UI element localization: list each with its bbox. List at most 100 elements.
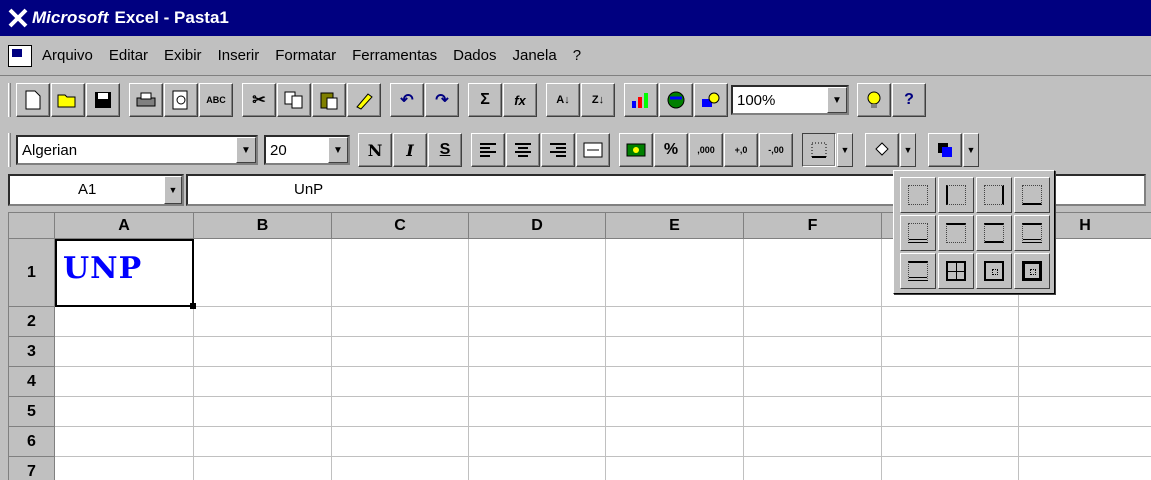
- increase-decimal-button[interactable]: +,0: [724, 133, 758, 167]
- align-left-icon[interactable]: [471, 133, 505, 167]
- italic-button[interactable]: I: [393, 133, 427, 167]
- toolbar-grip[interactable]: [8, 133, 11, 167]
- top-double-bottom-border-option[interactable]: [1014, 215, 1050, 251]
- chevron-down-icon[interactable]: ▼: [164, 176, 182, 204]
- column-header-f[interactable]: F: [744, 213, 882, 239]
- format-painter-icon[interactable]: [347, 83, 381, 117]
- document-control-icon[interactable]: [8, 44, 32, 67]
- tipwizard-icon[interactable]: [857, 83, 891, 117]
- menu-arquivo[interactable]: Arquivo: [42, 47, 93, 64]
- cut-icon[interactable]: ✂: [242, 83, 276, 117]
- decrease-decimal-button[interactable]: -,00: [759, 133, 793, 167]
- gridline: [55, 456, 1151, 457]
- percent-button[interactable]: %: [654, 133, 688, 167]
- right-border-option[interactable]: [976, 177, 1012, 213]
- title-bar: Microsoft Excel - Pasta1: [0, 0, 1151, 36]
- column-header-e[interactable]: E: [606, 213, 744, 239]
- print-icon[interactable]: [129, 83, 163, 117]
- menu-inserir[interactable]: Inserir: [218, 47, 260, 64]
- bottom-double-border-option[interactable]: [900, 215, 936, 251]
- function-icon[interactable]: fx: [503, 83, 537, 117]
- print-preview-icon[interactable]: [164, 83, 198, 117]
- redo-icon[interactable]: ↷: [425, 83, 459, 117]
- chevron-down-icon[interactable]: ▼: [900, 133, 916, 167]
- column-header-a[interactable]: A: [55, 213, 194, 239]
- paste-icon[interactable]: [312, 83, 346, 117]
- formula-content: UnP: [294, 181, 324, 198]
- chevron-down-icon[interactable]: ▼: [328, 137, 348, 163]
- undo-icon[interactable]: ↶: [390, 83, 424, 117]
- spelling-icon[interactable]: ABC: [199, 83, 233, 117]
- currency-icon[interactable]: [619, 133, 653, 167]
- row-header-5[interactable]: 5: [9, 397, 55, 427]
- bottom-border-option[interactable]: [1014, 177, 1050, 213]
- align-right-icon[interactable]: [541, 133, 575, 167]
- menu-janela[interactable]: Janela: [512, 47, 556, 64]
- fill-handle[interactable]: [190, 303, 196, 309]
- thick-outline-border-option[interactable]: [1014, 253, 1050, 289]
- row-header-7[interactable]: 7: [9, 457, 55, 480]
- sort-descending-icon[interactable]: Z↓: [581, 83, 615, 117]
- top-thick-bottom-border-option[interactable]: [900, 253, 936, 289]
- merge-center-icon[interactable]: [576, 133, 610, 167]
- select-all-corner[interactable]: [9, 213, 55, 239]
- menu-formatar[interactable]: Formatar: [275, 47, 336, 64]
- name-box[interactable]: A1 ▼: [8, 174, 184, 206]
- bold-button[interactable]: N: [358, 133, 392, 167]
- no-border-option[interactable]: [900, 177, 936, 213]
- comma-style-button[interactable]: ,000: [689, 133, 723, 167]
- font-size-select[interactable]: 20 ▼: [264, 135, 350, 165]
- help-icon[interactable]: ?: [892, 83, 926, 117]
- menu-help[interactable]: ?: [573, 47, 581, 64]
- row-header-6[interactable]: 6: [9, 427, 55, 457]
- save-icon[interactable]: [86, 83, 120, 117]
- chevron-down-icon[interactable]: ▼: [963, 133, 979, 167]
- gridline: [55, 396, 1151, 397]
- top-bottom-border-option[interactable]: [976, 215, 1012, 251]
- menu-editar[interactable]: Editar: [109, 47, 148, 64]
- menu-ferramentas[interactable]: Ferramentas: [352, 47, 437, 64]
- row-header-2[interactable]: 2: [9, 307, 55, 337]
- sort-ascending-icon[interactable]: A↓: [546, 83, 580, 117]
- borders-icon[interactable]: [802, 133, 836, 167]
- underline-button[interactable]: S: [428, 133, 462, 167]
- no-border-icon: [908, 185, 928, 205]
- top-double-bottom-border-icon: [1022, 223, 1042, 243]
- chevron-down-icon[interactable]: ▼: [236, 137, 256, 163]
- gridline: [605, 239, 606, 480]
- zoom-select[interactable]: 100% ▼: [731, 85, 849, 115]
- drawing-icon[interactable]: [694, 83, 728, 117]
- open-icon[interactable]: [51, 83, 85, 117]
- chevron-down-icon[interactable]: ▼: [827, 87, 847, 113]
- fill-color-icon[interactable]: [865, 133, 899, 167]
- column-header-b[interactable]: B: [194, 213, 332, 239]
- font-color-icon[interactable]: [928, 133, 962, 167]
- top-bottom-border-icon: [984, 223, 1004, 243]
- new-icon[interactable]: [16, 83, 50, 117]
- copy-icon[interactable]: [277, 83, 311, 117]
- gridline: [331, 239, 332, 480]
- top-border-icon: [946, 223, 966, 243]
- left-border-option[interactable]: [938, 177, 974, 213]
- toolbar-grip[interactable]: [8, 83, 11, 117]
- row-header-4[interactable]: 4: [9, 367, 55, 397]
- menu-dados[interactable]: Dados: [453, 47, 496, 64]
- autosum-icon[interactable]: Σ: [468, 83, 502, 117]
- cell-a1-value: UNP: [63, 251, 143, 286]
- formatting-toolbar: Algerian ▼ 20 ▼ N I S % ,000 +,0 -,00 ▼ …: [0, 128, 1151, 172]
- outline-border-option[interactable]: [976, 253, 1012, 289]
- row-header-1[interactable]: 1: [9, 239, 55, 307]
- map-icon[interactable]: [659, 83, 693, 117]
- top-border-option[interactable]: [938, 215, 974, 251]
- font-select[interactable]: Algerian ▼: [16, 135, 258, 165]
- font-value: Algerian: [22, 141, 78, 159]
- align-center-icon[interactable]: [506, 133, 540, 167]
- chart-wizard-icon[interactable]: [624, 83, 658, 117]
- column-header-c[interactable]: C: [332, 213, 469, 239]
- column-header-d[interactable]: D: [469, 213, 606, 239]
- chevron-down-icon[interactable]: ▼: [837, 133, 853, 167]
- app-brand: Microsoft: [32, 8, 109, 27]
- all-borders-option[interactable]: [938, 253, 974, 289]
- row-header-3[interactable]: 3: [9, 337, 55, 367]
- menu-exibir[interactable]: Exibir: [164, 47, 202, 64]
